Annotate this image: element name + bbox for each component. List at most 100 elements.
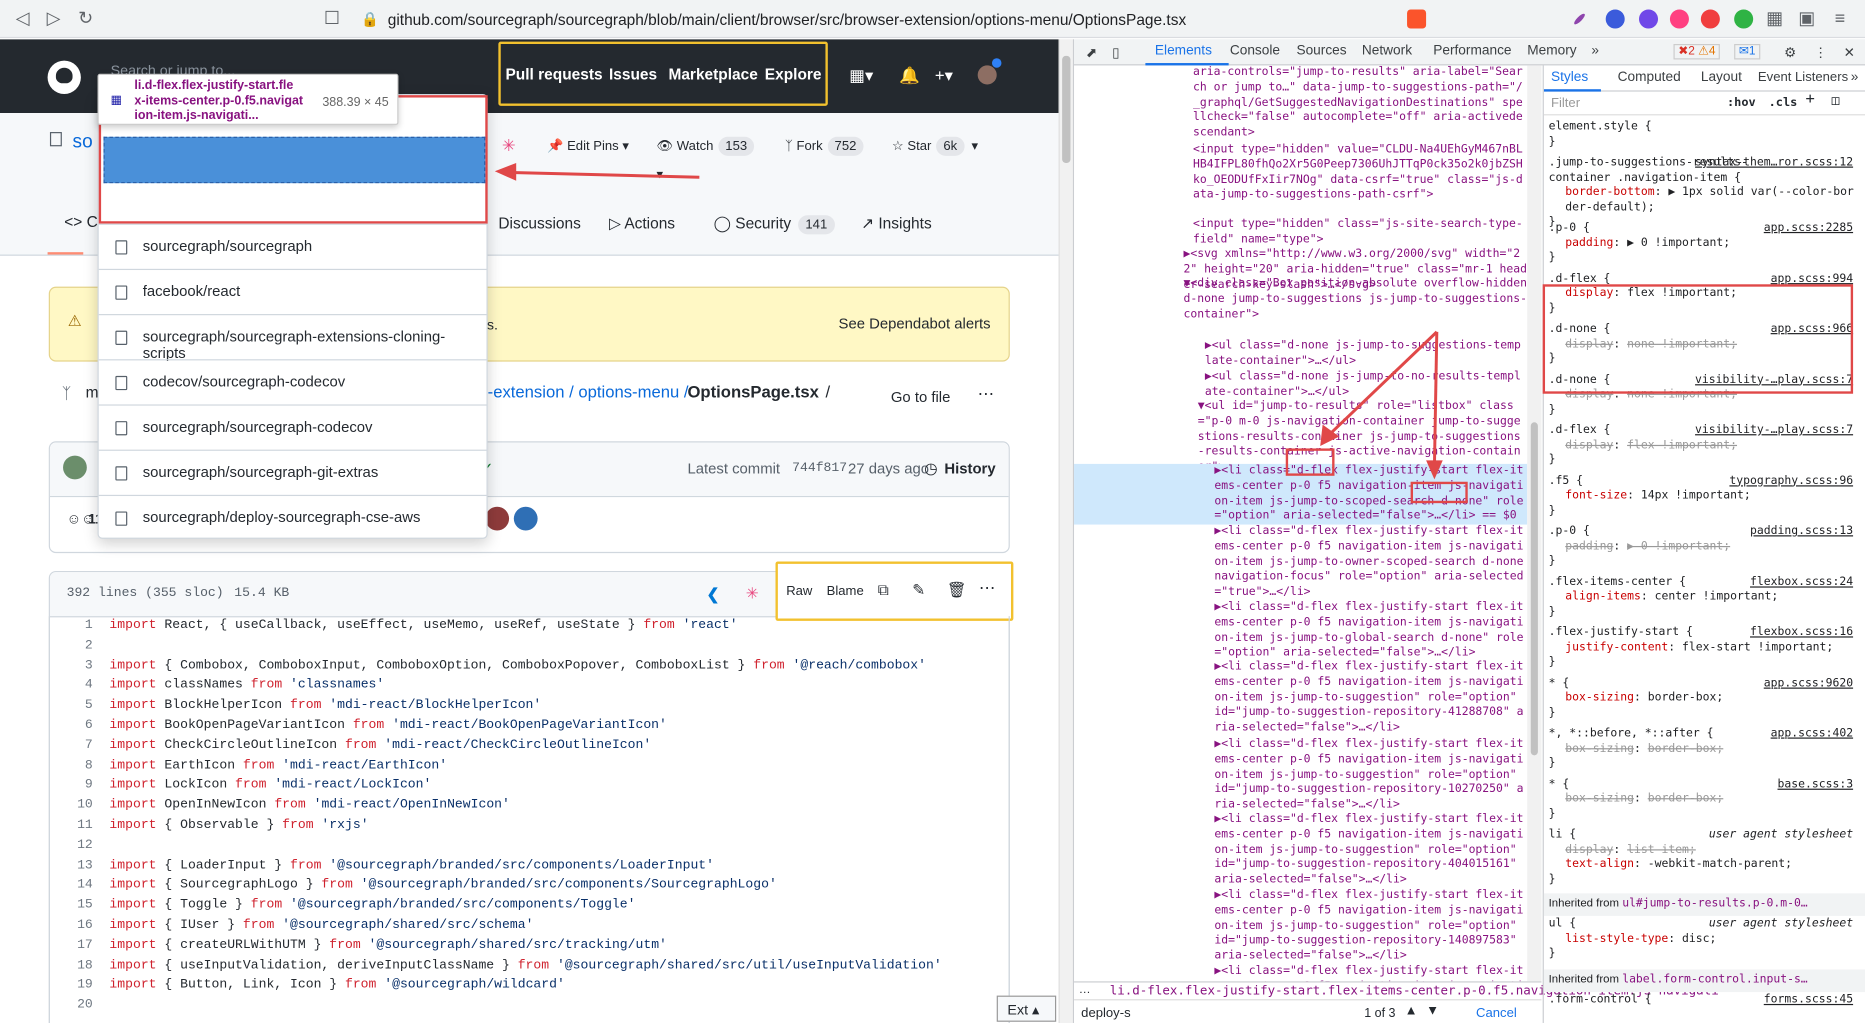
dom-search-input[interactable]: deploy-s <box>1081 1006 1130 1020</box>
add-rule-icon[interactable]: + <box>1806 92 1815 108</box>
terminal-icon[interactable]: ▦▾ <box>849 65 873 85</box>
dom-node[interactable]: <input type="hidden" value="CLDU-Na4UEhG… <box>1074 143 1527 204</box>
more-panes-icon[interactable]: » <box>1851 70 1859 85</box>
close-icon[interactable]: ✕ <box>1844 44 1855 60</box>
style-declaration[interactable]: padding: ▶ 0 !important; <box>1549 236 1856 251</box>
edit-icon[interactable]: ✎ <box>912 580 925 599</box>
star-extension-icon[interactable] <box>1700 9 1720 29</box>
rule-source-link[interactable]: typography.scss:96 <box>1729 474 1853 489</box>
tab-console[interactable]: Console <box>1230 44 1280 58</box>
style-rule[interactable]: .flex-items-center {flexbox.scss:24 align… <box>1549 575 1856 620</box>
tab-styles[interactable]: Styles <box>1551 70 1588 85</box>
reload-icon[interactable]: ↻ <box>75 8 96 29</box>
grammarly-icon[interactable] <box>1734 9 1754 29</box>
rule-source-link[interactable]: app.scss:402 <box>1771 727 1853 742</box>
line-number[interactable]: 13 <box>50 856 93 876</box>
cls-toggle[interactable]: .cls <box>1769 96 1798 111</box>
page-scrollbar[interactable] <box>1058 39 1073 1023</box>
line-number[interactable]: 15 <box>50 896 93 916</box>
messages-badge[interactable]: ✉1 <box>1734 44 1761 60</box>
search-up-icon[interactable]: ▲ <box>1405 1004 1418 1018</box>
rule-source-link[interactable]: flexbox.scss:16 <box>1750 626 1853 641</box>
history-icon[interactable]: ◷ <box>924 459 937 478</box>
dom-node[interactable]: ▶<li class="d-flex flex-justify-start fl… <box>1074 737 1527 813</box>
style-rule[interactable]: .form-control {forms.scss:45 <box>1549 993 1856 1008</box>
delete-icon[interactable]: 🗑 <box>947 580 967 599</box>
dom-node[interactable]: <input type="hidden" class="js-site-sear… <box>1074 218 1527 248</box>
line-number[interactable]: 19 <box>50 976 93 996</box>
extensions-icon[interactable]: ▦ <box>1764 8 1785 29</box>
dom-node[interactable]: aria-controls="jump-to-results" aria-lab… <box>1074 65 1527 141</box>
tab-layout[interactable]: Layout <box>1701 70 1742 85</box>
line-number[interactable]: 14 <box>50 876 93 896</box>
sidebar-toggle-icon[interactable]: ◫ <box>1832 93 1840 109</box>
inherited-selector[interactable]: label.form-control.input-s… <box>1622 973 1807 986</box>
style-rule[interactable]: .p-0 {padding.scss:13 padding: ▶ 0 !impor… <box>1549 525 1856 570</box>
go-to-file-button[interactable]: Go to file <box>891 389 951 406</box>
line-number[interactable]: 17 <box>50 936 93 956</box>
line-number[interactable]: 11 <box>50 816 93 836</box>
star-button[interactable]: ☆ Star 6k ▾ <box>883 132 1002 163</box>
line-number[interactable]: 3 <box>50 656 93 676</box>
style-rule[interactable]: li {user agent stylesheet display: list-i… <box>1549 828 1856 887</box>
style-rule[interactable]: .flex-justify-start {flexbox.scss:16 just… <box>1549 626 1856 671</box>
forward-icon[interactable]: ▷ <box>43 8 64 29</box>
rule-source-link[interactable]: user agent stylesheet <box>1709 828 1853 843</box>
sourcegraph-icon[interactable]: ✳ <box>746 584 759 603</box>
url-text[interactable]: github.com/sourcegraph/sourcegraph/blob/… <box>388 11 1186 29</box>
notifications-icon[interactable]: 🔔 <box>899 65 920 85</box>
dom-node[interactable]: ▶<li class="d-flex flex-justify-start fl… <box>1074 965 1527 982</box>
bookmark-icon[interactable]: ☐ <box>321 8 342 29</box>
tab-actions[interactable]: ▷ Actions <box>609 214 675 233</box>
github-logo-icon[interactable] <box>47 60 81 94</box>
tab-performance[interactable]: Performance <box>1433 44 1511 58</box>
line-number[interactable]: 9 <box>50 776 93 796</box>
plus-icon[interactable]: +▾ <box>935 65 953 85</box>
puzzle-extension-icon[interactable] <box>1638 9 1659 29</box>
tab-event-listeners[interactable]: Event Listeners <box>1758 70 1848 85</box>
contributor-avatar[interactable] <box>513 506 538 531</box>
search-cancel-button[interactable]: Cancel <box>1476 1006 1517 1020</box>
more-tabs-icon[interactable]: » <box>1591 44 1599 58</box>
pen-extension-icon[interactable] <box>1572 12 1587 26</box>
dom-node[interactable]: ▼<div class="Box position-absolute overf… <box>1074 277 1527 323</box>
suggestion-item[interactable]: sourcegraph/sourcegraph-codecov <box>98 404 487 449</box>
dom-node[interactable]: ▶<li class="d-flex flex-justify-start fl… <box>1074 889 1527 965</box>
style-declaration[interactable]: align-items: center !important; <box>1549 590 1856 605</box>
line-number[interactable]: 6 <box>50 716 93 736</box>
tab-discussions[interactable]: Discussions <box>498 214 580 232</box>
elements-scrollbar[interactable] <box>1527 65 1542 982</box>
suggestion-item[interactable]: sourcegraph/sourcegraph-git-extras <box>98 449 487 495</box>
rule-source-link[interactable]: visibility-…play.scss:7 <box>1695 423 1853 438</box>
avatar[interactable] <box>977 65 997 85</box>
watch-button[interactable]: 👁 Watch153 ▾ <box>647 132 761 182</box>
brave-shield-icon[interactable] <box>1407 9 1427 29</box>
raw-button[interactable]: Raw <box>786 584 812 598</box>
suggestion-item[interactable]: sourcegraph/sourcegraph <box>98 223 487 269</box>
dom-node[interactable]: ▶<li class="d-flex flex-justify-start fl… <box>1074 601 1527 662</box>
suggestion-item[interactable]: codecov/sourcegraph-codecov <box>98 359 487 404</box>
style-declaration[interactable]: box-sizing: border-box; <box>1549 742 1856 757</box>
rule-source-link[interactable]: app.scss:9620 <box>1764 676 1853 691</box>
kebab-icon[interactable]: ⋮ <box>1814 44 1828 60</box>
line-number[interactable]: 16 <box>50 916 93 936</box>
style-declaration[interactable]: display: flex !important; <box>1549 438 1856 453</box>
fork-button[interactable]: ᛉ Fork 752 <box>775 132 870 163</box>
tab-memory[interactable]: Memory <box>1527 44 1576 58</box>
edit-pins-button[interactable]: 📌 Edit Pins ▾ <box>538 132 633 163</box>
rule-source-link[interactable]: padding.scss:13 <box>1750 525 1853 540</box>
rule-source-link[interactable]: base.scss:3 <box>1778 777 1854 792</box>
dom-node[interactable]: ▶<li class="d-flex flex-justify-start fl… <box>1074 660 1527 736</box>
filter-input[interactable]: Filter <box>1551 96 1580 111</box>
contributor-avatar[interactable] <box>485 506 510 531</box>
tab-code[interactable]: <> C <box>64 213 98 231</box>
sourcegraph-extension-icon[interactable] <box>1669 9 1689 29</box>
blame-button[interactable]: Blame <box>827 584 864 598</box>
copy-icon[interactable]: ⧉ <box>878 580 889 599</box>
line-number[interactable]: 1 <box>50 616 93 636</box>
style-declaration[interactable]: padding: ▶ 0 !important; <box>1549 539 1856 554</box>
style-declaration[interactable]: box-sizing: border-box; <box>1549 691 1856 706</box>
style-declaration[interactable]: display: list-item; <box>1549 843 1856 858</box>
line-number[interactable]: 4 <box>50 676 93 696</box>
suggestion-item[interactable]: sourcegraph/sourcegraph-extensions-cloni… <box>98 314 487 362</box>
